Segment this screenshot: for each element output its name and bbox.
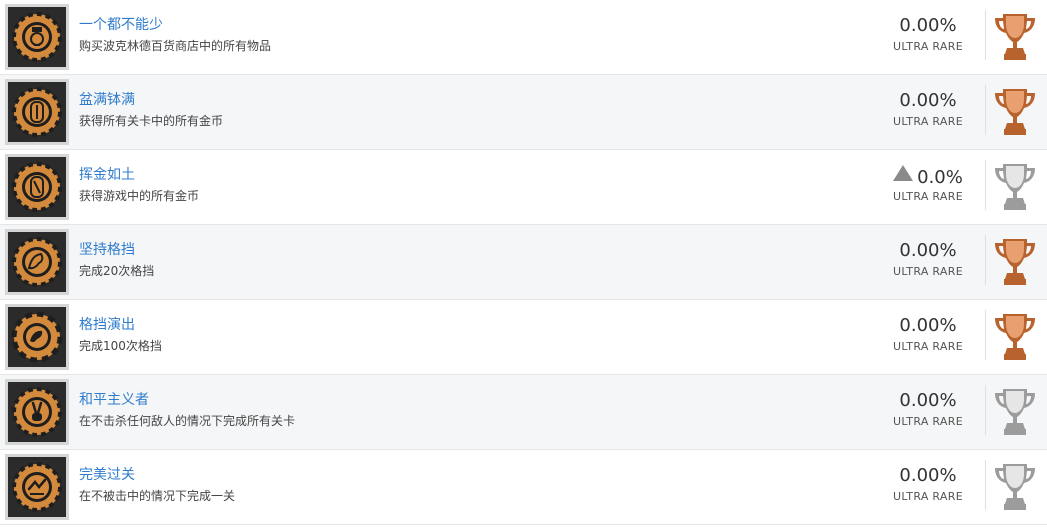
silver-trophy-icon bbox=[995, 164, 1035, 210]
achievement-row[interactable]: 完美过关 在不被击中的情况下完成一关 0.00% ULTRA RARE bbox=[0, 450, 1047, 525]
bellhop-badge-icon bbox=[12, 12, 62, 62]
divider bbox=[985, 310, 986, 360]
achievement-row[interactable]: 一个都不能少 购买波克林德百货商店中的所有物品 0.00% ULTRA RARE bbox=[0, 0, 1047, 75]
divider bbox=[985, 385, 986, 435]
perfect-badge-icon bbox=[12, 462, 62, 512]
achievement-title[interactable]: 盆满钵满 bbox=[79, 91, 135, 109]
unlock-percentage: 0.00% bbox=[899, 465, 957, 486]
silver-trophy-icon bbox=[995, 464, 1035, 510]
unlock-percentage: 0.00% bbox=[899, 15, 957, 36]
achievement-badge bbox=[5, 454, 69, 520]
achievement-description: 获得所有关卡中的所有金币 bbox=[79, 114, 224, 128]
achievement-badge bbox=[5, 379, 69, 445]
achievement-row[interactable]: 和平主义者 在不击杀任何敌人的情况下完成所有关卡 0.00% ULTRA RAR… bbox=[0, 375, 1047, 450]
silver-trophy-icon bbox=[995, 389, 1035, 435]
rarity-pyramid-icon bbox=[893, 165, 914, 181]
unlock-percentage: 0.00% bbox=[899, 390, 957, 411]
rarity-label: ULTRA RARE bbox=[893, 340, 963, 353]
achievement-description: 在不被击中的情况下完成一关 bbox=[79, 489, 236, 503]
achievement-row[interactable]: 盆满钵满 获得所有关卡中的所有金币 0.00% ULTRA RARE bbox=[0, 75, 1047, 150]
rarity-label: ULTRA RARE bbox=[893, 115, 963, 128]
bronze-trophy-icon bbox=[995, 14, 1035, 60]
rarity-label: ULTRA RARE bbox=[893, 40, 963, 53]
rarity-label: ULTRA RARE bbox=[893, 490, 963, 503]
achievement-badge bbox=[5, 154, 69, 220]
achievement-description: 获得游戏中的所有金币 bbox=[79, 189, 200, 203]
achievement-title[interactable]: 格挡演出 bbox=[79, 316, 135, 334]
unlock-percentage: 0.00% bbox=[899, 90, 957, 111]
achievement-title[interactable]: 挥金如土 bbox=[79, 166, 135, 184]
bronze-trophy-icon bbox=[995, 239, 1035, 285]
achievement-title[interactable]: 一个都不能少 bbox=[79, 16, 163, 34]
achievement-description: 完成100次格挡 bbox=[79, 339, 162, 353]
divider bbox=[985, 10, 986, 60]
peace-sign-badge-icon bbox=[12, 387, 62, 437]
achievement-row[interactable]: 挥金如土 获得游戏中的所有金币 0.0% ULTRA RARE bbox=[0, 150, 1047, 225]
achievement-badge bbox=[5, 79, 69, 145]
rarity-label: ULTRA RARE bbox=[893, 265, 963, 278]
achievement-badge bbox=[5, 304, 69, 370]
divider bbox=[985, 235, 986, 285]
unlock-percentage: 0.00% bbox=[899, 315, 957, 336]
bronze-trophy-icon bbox=[995, 89, 1035, 135]
coin-badge-icon bbox=[12, 162, 62, 212]
rarity-label: ULTRA RARE bbox=[893, 415, 963, 428]
achievement-badge bbox=[5, 229, 69, 295]
achievement-description: 在不击杀任何敌人的情况下完成所有关卡 bbox=[79, 414, 296, 428]
achievement-list: 一个都不能少 购买波克林德百货商店中的所有物品 0.00% ULTRA RARE bbox=[0, 0, 1047, 525]
parry-badge-icon bbox=[12, 237, 62, 287]
achievement-row[interactable]: 格挡演出 完成100次格挡 0.00% ULTRA RARE bbox=[0, 300, 1047, 375]
achievement-row[interactable]: 坚持格挡 完成20次格挡 0.00% ULTRA RARE bbox=[0, 225, 1047, 300]
achievement-title[interactable]: 坚持格挡 bbox=[79, 241, 135, 259]
divider bbox=[985, 460, 986, 510]
bronze-trophy-icon bbox=[995, 314, 1035, 360]
achievement-description: 购买波克林德百货商店中的所有物品 bbox=[79, 39, 272, 53]
divider bbox=[985, 85, 986, 135]
gear-parry-badge-icon bbox=[11, 311, 63, 363]
achievement-badge bbox=[5, 4, 69, 70]
divider bbox=[985, 160, 986, 210]
unlock-percentage: 0.0% bbox=[880, 165, 976, 189]
achievement-title[interactable]: 完美过关 bbox=[79, 466, 135, 484]
coin-badge-icon bbox=[12, 87, 62, 137]
achievement-title[interactable]: 和平主义者 bbox=[79, 391, 149, 409]
unlock-percentage: 0.00% bbox=[899, 240, 957, 261]
rarity-label: ULTRA RARE bbox=[893, 190, 963, 203]
achievement-description: 完成20次格挡 bbox=[79, 264, 155, 278]
